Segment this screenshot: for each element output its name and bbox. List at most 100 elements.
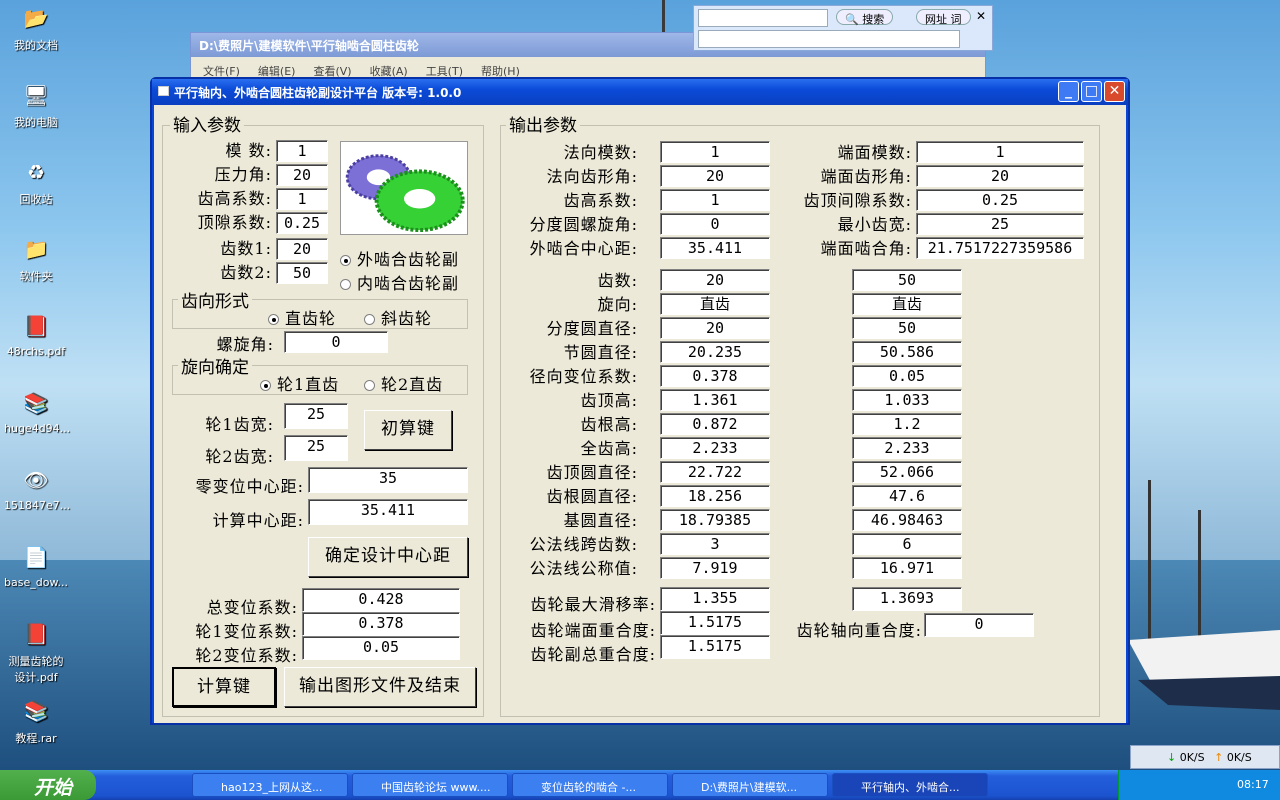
radio-dot [364, 380, 375, 391]
window-titlebar[interactable]: 平行轴内、外啮合圆柱齿轮副设计平台 版本号: 1.0.0 _ □ ✕ [152, 79, 1128, 105]
transverse-contact-label: 齿轮端面重合度: [530, 621, 656, 640]
pressure-angle-input[interactable]: 20 [276, 164, 328, 186]
teeth1-input[interactable]: 20 [276, 238, 328, 260]
width1-label: 轮1齿宽: [205, 415, 274, 434]
desktop-icon-1[interactable]: 🖥 我的电脑 [4, 79, 68, 130]
desktop-icon-3[interactable]: 📁 软件夹 [4, 233, 68, 284]
tooth-form-label: 齿向形式 [178, 287, 252, 312]
output-and-exit-button[interactable]: 输出图形文件及结束 [284, 667, 476, 707]
gear-row-label: 齿顶高: [580, 391, 638, 410]
width2-label: 轮2齿宽: [205, 447, 274, 466]
desktop-icon-0[interactable]: 📂 我的文档 [4, 2, 68, 53]
output-label: 端面啮合角: [820, 239, 912, 258]
shift2-input[interactable]: 0.05 [302, 636, 460, 660]
task-shifted-gear[interactable]: 变位齿轮的啮合 -... [512, 773, 668, 797]
gear2-value: 直齿 [852, 293, 962, 315]
calc-button[interactable]: 计算键 [172, 667, 276, 707]
desktop-icon-2[interactable]: ♻ 回收站 [4, 156, 68, 207]
window-client: 输入参数 模 数: 1 压力角: 20 齿高系数: 1 顶隙系数: 0.25 齿… [154, 105, 1126, 723]
download-speed: 0K/S [1179, 751, 1205, 764]
gear1-value: 18.79385 [660, 509, 770, 531]
radio-dot-selected [260, 380, 271, 391]
output-label: 端面模数: [837, 143, 912, 162]
image-icon: 👁 [23, 468, 49, 492]
teeth2-input[interactable]: 50 [276, 262, 328, 284]
desktop-icon-label: 151847e7... [4, 499, 71, 512]
download-arrow-icon: ↓ [1167, 751, 1177, 764]
task-gear-forum[interactable]: 中国齿轮论坛 www.... [352, 773, 508, 797]
dir2-radio[interactable]: 轮2直齿 [364, 371, 443, 395]
task-hao123[interactable]: hao123_上网从这... [192, 773, 348, 797]
start-button[interactable]: 开始 [0, 770, 96, 800]
pdf-icon: 📕 [23, 622, 49, 646]
gear1-value: 20 [660, 269, 770, 291]
url-button[interactable]: 网址 词 [916, 9, 971, 26]
desktop-icon-label: 48rchs.pdf [6, 345, 66, 358]
pdf-icon: 📕 [23, 314, 49, 338]
shift1-input[interactable]: 0.378 [302, 612, 460, 636]
output-label: 法向齿形角: [546, 167, 638, 186]
gear2-value: 52.066 [852, 461, 962, 483]
desktop-icon-8[interactable]: 📕 测量齿轮的设计.pdf [4, 618, 68, 685]
max-slip-gear2-value: 1.3693 [852, 587, 962, 611]
teeth2-label: 齿数2: [220, 263, 272, 282]
minimize-button[interactable]: _ [1058, 81, 1079, 102]
axial-contact-value: 0 [924, 613, 1034, 637]
output-value: 0.25 [916, 189, 1084, 211]
desktop-icon-5[interactable]: 📚 huge4d94... [4, 387, 70, 435]
external-mesh-label: 外啮合齿轮副 [357, 250, 460, 269]
computer-icon: 🖥 [23, 83, 49, 107]
dir1-label: 轮1直齿 [277, 375, 340, 394]
maximize-button[interactable]: □ [1081, 81, 1102, 102]
input-group-label: 输入参数 [170, 111, 244, 136]
close-button[interactable]: ✕ [1104, 81, 1125, 102]
search-input[interactable] [698, 9, 828, 27]
desktop-icon-9[interactable]: 📚 教程.rar [4, 695, 68, 746]
output-label: 齿高系数: [563, 191, 638, 210]
gear1-value: 7.919 [660, 557, 770, 579]
search-button[interactable]: 🔍 搜索 [836, 9, 894, 26]
gear2-value: 1.033 [852, 389, 962, 411]
desktop-icon-4[interactable]: 📕 48rchs.pdf [4, 310, 68, 358]
file-icon: 📄 [23, 545, 49, 569]
output-group-label: 输出参数 [506, 111, 580, 136]
close-icon[interactable]: ✕ [976, 9, 986, 23]
gear2-value: 2.233 [852, 437, 962, 459]
gears-image [340, 141, 468, 235]
module-input[interactable]: 1 [276, 140, 328, 162]
spur-radio[interactable]: 直齿轮 [268, 305, 336, 329]
helical-radio[interactable]: 斜齿轮 [364, 305, 432, 329]
output-value: 35.411 [660, 237, 770, 259]
calc-center-distance-input[interactable]: 35.411 [308, 499, 468, 525]
address-input[interactable] [698, 30, 960, 48]
external-mesh-radio[interactable]: 外啮合齿轮副 [340, 246, 459, 270]
zero-center-distance-input[interactable]: 35 [308, 467, 468, 493]
width1-input[interactable]: 25 [284, 403, 348, 429]
gear2-value: 50 [852, 269, 962, 291]
internal-mesh-radio[interactable]: 内啮合齿轮副 [340, 270, 459, 294]
zero-center-distance-label: 零变位中心距: [195, 477, 304, 496]
initial-calc-button[interactable]: 初算键 [364, 410, 452, 450]
desktop-icon-label: 测量齿轮的设计.pdf [8, 655, 64, 684]
desktop-icon-6[interactable]: 👁 151847e7... [4, 464, 71, 512]
task-gear-app[interactable]: 平行轴内、外啮合... [832, 773, 988, 797]
gear1-value: 0.378 [660, 365, 770, 387]
gear-design-window: 平行轴内、外啮合圆柱齿轮副设计平台 版本号: 1.0.0 _ □ ✕ 输入参数 … [150, 77, 1130, 725]
radio-dot [364, 314, 375, 325]
clearance-coef-label: 顶隙系数: [197, 213, 272, 232]
total-shift-label: 总变位系数: [206, 598, 298, 617]
shift2-label: 轮2变位系数: [195, 646, 298, 665]
width2-input[interactable]: 25 [284, 435, 348, 461]
clearance-coef-input[interactable]: 0.25 [276, 212, 328, 234]
upload-arrow-icon: ↑ [1214, 751, 1224, 764]
helix-angle-input[interactable]: 0 [284, 331, 388, 353]
transverse-contact-value: 1.5175 [660, 611, 770, 635]
folder-docs-icon: 📂 [23, 6, 49, 30]
clock[interactable]: 08:17 [1237, 778, 1269, 791]
desktop-icon-7[interactable]: 📄 base_dow... [4, 541, 68, 589]
total-shift-input[interactable]: 0.428 [302, 588, 460, 612]
dir1-radio[interactable]: 轮1直齿 [260, 371, 339, 395]
confirm-center-distance-button[interactable]: 确定设计中心距 [308, 537, 468, 577]
task-explorer[interactable]: D:\费照片\建模软... [672, 773, 828, 797]
addendum-coef-input[interactable]: 1 [276, 188, 328, 210]
